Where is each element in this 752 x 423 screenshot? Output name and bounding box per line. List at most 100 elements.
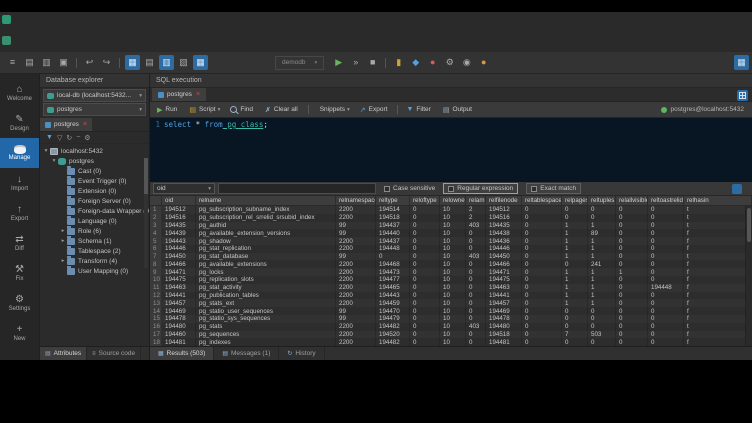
- checkbox-icon[interactable]: [448, 186, 454, 192]
- cell-reloftype[interactable]: 0: [410, 292, 440, 300]
- cell-reltoastrelid[interactable]: 0: [648, 206, 684, 214]
- cell-relhasindex[interactable]: f: [684, 284, 752, 292]
- tree-item[interactable]: Event Trigger (0): [40, 176, 149, 186]
- cell-relpages[interactable]: 0: [562, 260, 588, 268]
- rail-item-welcome[interactable]: ⌂ Welcome: [0, 78, 39, 108]
- cell-relallvisible[interactable]: 0: [616, 323, 648, 331]
- table-row[interactable]: 8194466pg_available_extensions2200194468…: [150, 260, 752, 268]
- cell-relallvisible[interactable]: 0: [616, 307, 648, 315]
- cell-reltoastrelid[interactable]: 0: [648, 229, 684, 237]
- cell-relowner[interactable]: 10: [440, 237, 466, 245]
- tree-item[interactable]: ▸ Transform (4): [40, 256, 149, 266]
- cell-reloftype[interactable]: 0: [410, 253, 440, 261]
- stop-icon[interactable]: ■: [365, 55, 380, 70]
- cell-reloftype[interactable]: 0: [410, 222, 440, 230]
- cell-reltablespace[interactable]: 0: [522, 276, 562, 284]
- table-row[interactable]: 12194441pg_publication_tables22001944430…: [150, 292, 752, 300]
- cell-reltablespace[interactable]: 0: [522, 307, 562, 315]
- cell-relfilenode[interactable]: 194516: [486, 214, 522, 222]
- cell-relpages[interactable]: 0: [562, 323, 588, 331]
- cell-relnamespace[interactable]: 2200: [336, 206, 376, 214]
- cell-relnamespace[interactable]: 99: [336, 222, 376, 230]
- cell-relpages[interactable]: 1: [562, 276, 588, 284]
- cell-relfilenode[interactable]: 194518: [486, 331, 522, 339]
- undo-icon[interactable]: ↩: [82, 55, 97, 70]
- cell-reltablespace[interactable]: 0: [522, 206, 562, 214]
- run-script-icon[interactable]: »: [348, 55, 363, 70]
- cell-reltuples[interactable]: 0: [588, 206, 616, 214]
- cell-relhasindex[interactable]: t: [684, 206, 752, 214]
- cell-reltuples[interactable]: 1: [588, 276, 616, 284]
- cell-relowner[interactable]: 10: [440, 315, 466, 323]
- table-row[interactable]: 15194478pg_statio_sys_sequences991944790…: [150, 315, 752, 323]
- cell-relpages[interactable]: 1: [562, 229, 588, 237]
- cell-reltuples[interactable]: 1: [588, 292, 616, 300]
- cell-reltuples[interactable]: 89: [588, 229, 616, 237]
- collapse-all-icon[interactable]: −: [76, 134, 80, 141]
- cell-reloftype[interactable]: 0: [410, 245, 440, 253]
- cell-relname[interactable]: pg_replication_slots: [196, 276, 336, 284]
- cell-relallvisible[interactable]: 0: [616, 331, 648, 339]
- column-header[interactable]: relpages: [562, 196, 588, 205]
- cell-reloftype[interactable]: 0: [410, 260, 440, 268]
- cell-relnamespace[interactable]: 2200: [336, 245, 376, 253]
- split-view-icon[interactable]: ▥: [159, 55, 174, 70]
- cell-oid[interactable]: 194463: [162, 284, 196, 292]
- cell-relhasindex[interactable]: f: [684, 307, 752, 315]
- cell-reltuples[interactable]: 0: [588, 315, 616, 323]
- cell-relfilenode[interactable]: 194463: [486, 284, 522, 292]
- cell-relnamespace[interactable]: 2200: [336, 237, 376, 245]
- cell-oid[interactable]: 194478: [162, 315, 196, 323]
- cell-relhasindex[interactable]: f: [684, 299, 752, 307]
- cell-reltoastrelid[interactable]: 194448: [648, 284, 684, 292]
- grid-view-icon[interactable]: ▦: [125, 55, 140, 70]
- cell-relam[interactable]: 0: [466, 338, 486, 346]
- cell-relhasindex[interactable]: f: [684, 338, 752, 346]
- run-button[interactable]: ▶ Run: [152, 102, 184, 118]
- settings-icon[interactable]: ⚙: [442, 55, 457, 70]
- cell-relname[interactable]: pg_sequences: [196, 331, 336, 339]
- cell-reltuples[interactable]: 1: [588, 222, 616, 230]
- column-header[interactable]: reltuples: [588, 196, 616, 205]
- cell-reltuples[interactable]: 1: [588, 253, 616, 261]
- cell-reltuples[interactable]: 1: [588, 237, 616, 245]
- cell-relname[interactable]: pg_statio_sys_sequences: [196, 315, 336, 323]
- rail-item-new[interactable]: + New: [0, 318, 39, 348]
- table-row[interactable]: 6194446pg_stat_replication22001944480100…: [150, 245, 752, 253]
- cell-relnamespace[interactable]: 99: [336, 229, 376, 237]
- cell-relam[interactable]: 403: [466, 222, 486, 230]
- cell-relowner[interactable]: 10: [440, 206, 466, 214]
- table-row[interactable]: 10194475pg_replication_slots220019447701…: [150, 276, 752, 284]
- cell-oid[interactable]: 194460: [162, 331, 196, 339]
- cell-relhasindex[interactable]: t: [684, 214, 752, 222]
- hint-icon[interactable]: ●: [476, 55, 491, 70]
- column-header[interactable]: reloftype: [410, 196, 440, 205]
- rail-item-fix[interactable]: ⚒ Fix: [0, 258, 39, 288]
- filter-button[interactable]: ▼ Filter: [401, 102, 437, 118]
- cell-reltype[interactable]: 194437: [376, 222, 410, 230]
- script-button[interactable]: ▤ Script ▾: [184, 102, 225, 118]
- cell-reltuples[interactable]: 1: [588, 284, 616, 292]
- cell-reltablespace[interactable]: 0: [522, 268, 562, 276]
- cell-relname[interactable]: pg_stats: [196, 323, 336, 331]
- cell-relnamespace[interactable]: 2200: [336, 276, 376, 284]
- cell-reloftype[interactable]: 0: [410, 237, 440, 245]
- cell-oid[interactable]: 194441: [162, 292, 196, 300]
- cell-reltablespace[interactable]: 0: [522, 284, 562, 292]
- cell-relnamespace[interactable]: 2200: [336, 323, 376, 331]
- cell-relam[interactable]: 2: [466, 214, 486, 222]
- cell-relnamespace[interactable]: 2200: [336, 284, 376, 292]
- cell-relam[interactable]: 403: [466, 323, 486, 331]
- cell-relhasindex[interactable]: t: [684, 222, 752, 230]
- cell-reltype[interactable]: 194479: [376, 315, 410, 323]
- cell-relhasindex[interactable]: f: [684, 268, 752, 276]
- chevron-icon[interactable]: ▸: [60, 238, 66, 244]
- cell-reltoastrelid[interactable]: 0: [648, 338, 684, 346]
- cell-reltype[interactable]: 194514: [376, 206, 410, 214]
- cell-relnamespace[interactable]: 99: [336, 307, 376, 315]
- text-view-icon[interactable]: ▤: [142, 55, 157, 70]
- cell-reltablespace[interactable]: 0: [522, 260, 562, 268]
- cell-oid[interactable]: 194481: [162, 338, 196, 346]
- cell-reloftype[interactable]: 0: [410, 268, 440, 276]
- cell-relpages[interactable]: 1: [562, 222, 588, 230]
